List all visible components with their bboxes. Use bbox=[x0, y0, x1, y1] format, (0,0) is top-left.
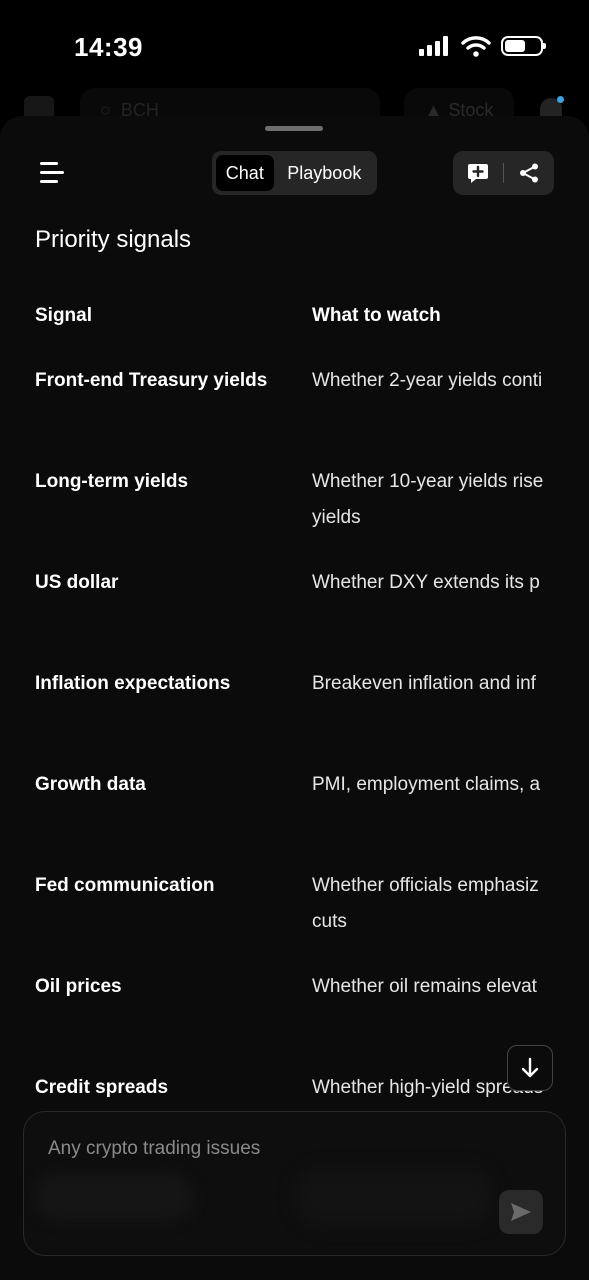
table-cell-signal: Growth data bbox=[35, 774, 146, 795]
composer-input[interactable]: Any crypto trading issues bbox=[48, 1138, 260, 1160]
cellular-signal-icon bbox=[419, 36, 448, 56]
scroll-to-bottom-button[interactable] bbox=[507, 1045, 553, 1091]
arrow-down-icon bbox=[521, 1057, 539, 1078]
battery-icon bbox=[501, 36, 546, 56]
composer-option-blurred bbox=[34, 1172, 194, 1222]
share-button[interactable] bbox=[504, 151, 554, 195]
new-chat-icon bbox=[468, 164, 488, 183]
tab-chat[interactable]: Chat bbox=[216, 155, 274, 191]
table-header-signal: Signal bbox=[35, 305, 93, 326]
send-icon bbox=[511, 1203, 531, 1221]
menu-button[interactable] bbox=[40, 162, 66, 184]
table-cell-watch: Whether 10-year yields rise yields bbox=[312, 471, 544, 528]
table-cell-signal: Long-term yields bbox=[35, 471, 189, 492]
table-cell-watch: Whether officials emphasiz cuts bbox=[312, 875, 539, 932]
table-cell-signal: Credit spreads bbox=[35, 1077, 169, 1098]
chat-sheet: Chat Playbook Priority signals Signal Wh… bbox=[0, 116, 589, 1280]
mode-tabs: Chat Playbook bbox=[212, 151, 377, 195]
header-actions bbox=[453, 151, 554, 195]
table-cell-signal: Front-end Treasury yields bbox=[35, 370, 268, 391]
message-composer[interactable]: Any crypto trading issues bbox=[23, 1111, 566, 1256]
table-cell-signal: Inflation expectations bbox=[35, 673, 231, 694]
sheet-grabber[interactable] bbox=[265, 126, 323, 131]
menu-icon bbox=[40, 162, 58, 165]
notification-dot bbox=[557, 96, 564, 103]
status-bar: 14:39 bbox=[0, 0, 589, 90]
table-cell-watch: PMI, employment claims, a bbox=[312, 774, 541, 795]
table-cell-signal: Fed communication bbox=[35, 875, 215, 896]
composer-option-blurred bbox=[294, 1167, 494, 1227]
table-cell-watch: Whether 2-year yields conti bbox=[312, 370, 543, 391]
table-cell-watch: Whether oil remains elevat bbox=[312, 976, 537, 997]
wifi-icon bbox=[461, 36, 491, 57]
new-chat-button[interactable] bbox=[453, 151, 503, 195]
table-cell-signal: US dollar bbox=[35, 572, 119, 593]
section-title: Priority signals bbox=[35, 226, 192, 253]
status-icons bbox=[419, 35, 546, 57]
table-cell-signal: Oil prices bbox=[35, 976, 122, 997]
status-time: 14:39 bbox=[74, 32, 143, 62]
share-icon bbox=[520, 163, 538, 183]
tab-playbook[interactable]: Playbook bbox=[276, 155, 373, 191]
table-header-watch: What to watch bbox=[312, 305, 441, 326]
table-cell-watch: Whether DXY extends its p bbox=[312, 572, 540, 593]
send-button[interactable] bbox=[499, 1190, 543, 1234]
table-cell-watch: Breakeven inflation and inf bbox=[312, 673, 536, 694]
